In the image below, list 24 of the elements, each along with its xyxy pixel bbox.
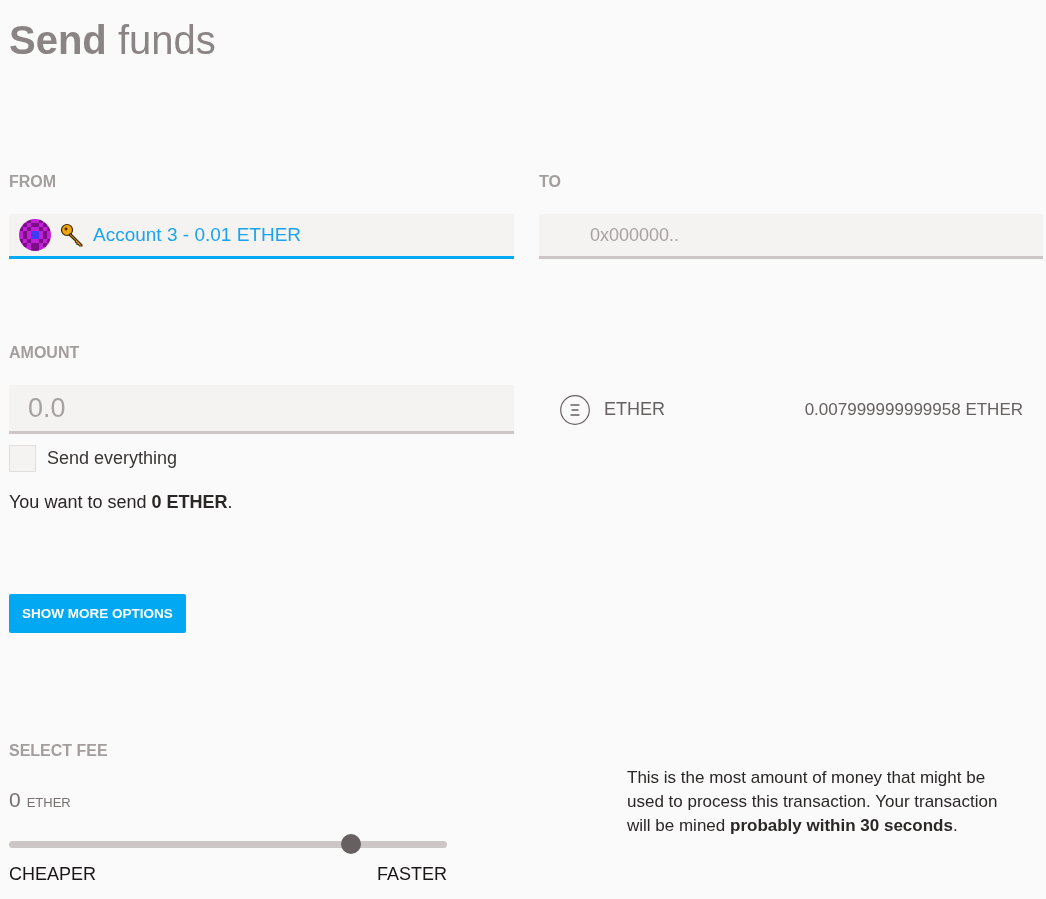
- fee-description: This is the most amount of money that might be used to process this transaction. Your transaction will be mined probably within 30 seconds.: [627, 767, 999, 837]
- faster-label: FASTER: [377, 863, 447, 885]
- from-label: FROM: [9, 172, 57, 192]
- cheaper-label: CHEAPER: [9, 863, 97, 885]
- pixel-avatar-icon: [19, 219, 51, 251]
- fee-unit: ETHER: [26, 794, 71, 812]
- amount-input[interactable]: 0.0: [9, 385, 514, 434]
- amount-label: AMOUNT: [9, 343, 80, 363]
- currency-name: ETHER: [604, 399, 665, 420]
- select-fee-label: SELECT FEE: [9, 741, 108, 761]
- fee-slider[interactable]: [9, 834, 447, 854]
- send-summary: You want to send 0 ETHER.: [9, 491, 233, 514]
- page-title: Send funds: [9, 17, 216, 64]
- to-label: TO: [539, 172, 561, 192]
- currency-balance: 0.007999999999958 ETHER: [804, 399, 1023, 420]
- show-more-options-button[interactable]: SHOW MORE OPTIONS: [9, 594, 186, 633]
- key-icon: [60, 223, 84, 247]
- send-everything-checkbox[interactable]: [9, 445, 36, 472]
- fee-amount: 0: [9, 788, 21, 812]
- address-input[interactable]: 0x000000..: [539, 214, 1043, 259]
- slider-thumb[interactable]: [340, 834, 361, 854]
- send-everything-label: Send everything: [47, 448, 178, 469]
- ether-symbol-icon: [560, 394, 590, 425]
- account-select[interactable]: Account 3 - 0.01 ETHER: [9, 214, 514, 259]
